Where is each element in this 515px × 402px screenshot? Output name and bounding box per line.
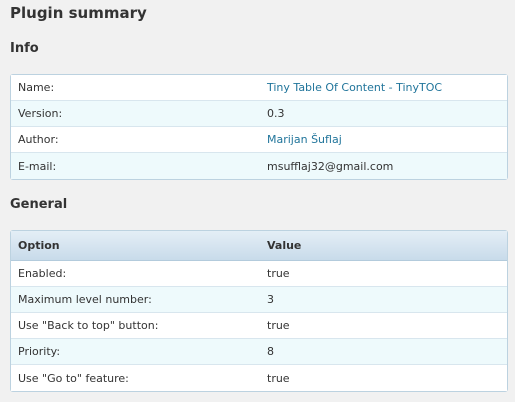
info-row-name: Name: Tiny Table Of Content - TinyTOC (11, 75, 507, 101)
general-table-header: Option Value (11, 231, 507, 261)
info-label-version: Version: (18, 107, 63, 120)
option-value-enabled: true (267, 267, 290, 280)
page-title: Plugin summary (10, 4, 147, 22)
info-row-email: E-mail: msufflaj32@gmail.com (11, 153, 507, 179)
general-section-title: General (10, 197, 68, 212)
info-table: Name: Tiny Table Of Content - TinyTOC Ve… (10, 74, 508, 180)
option-label-back-to-top: Use "Back to top" button: (18, 319, 159, 332)
info-label-name: Name: (18, 81, 55, 94)
option-label-go-to: Use "Go to" feature: (18, 371, 129, 385)
table-row: Use "Go to" feature: true (11, 365, 507, 391)
info-row-author: Author: Marijan Šuflaj (11, 127, 507, 153)
info-section-title: Info (10, 41, 39, 56)
info-label-email: E-mail: (18, 159, 57, 173)
option-label-enabled: Enabled: (18, 267, 67, 280)
plugin-name-link[interactable]: Tiny Table Of Content - TinyTOC (260, 81, 507, 94)
table-row: Enabled: true (11, 261, 507, 287)
column-header-value: Value (267, 239, 302, 252)
option-label-max-level: Maximum level number: (18, 293, 152, 306)
table-row: Use "Back to top" button: true (11, 313, 507, 339)
info-value-email: msufflaj32@gmail.com (267, 159, 394, 173)
table-row: Maximum level number: 3 (11, 287, 507, 313)
option-value-max-level: 3 (267, 293, 274, 306)
info-value-version: 0.3 (267, 107, 285, 120)
option-label-priority: Priority: (18, 345, 61, 358)
author-link[interactable]: Marijan Šuflaj (260, 133, 507, 146)
option-value-priority: 8 (267, 345, 274, 358)
info-label-author: Author: (18, 133, 59, 146)
general-table: Option Value Enabled: true Maximum level… (10, 230, 508, 392)
column-header-option: Option (18, 239, 60, 252)
table-row: Priority: 8 (11, 339, 507, 365)
option-value-go-to: true (267, 371, 290, 385)
info-row-version: Version: 0.3 (11, 101, 507, 127)
option-value-back-to-top: true (267, 319, 290, 332)
